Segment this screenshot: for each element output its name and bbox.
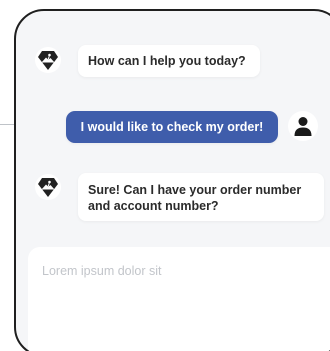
message-input-placeholder: Lorem ipsum dolor sit (42, 264, 162, 278)
phone-frame: How can I help you today? I would like t… (14, 9, 330, 351)
climber-mountain-logo-icon (38, 178, 58, 197)
bot-message-text: How can I help you today? (88, 54, 246, 68)
user-silhouette-icon (294, 117, 312, 136)
bot-avatar (35, 174, 61, 200)
user-avatar (288, 111, 318, 141)
message-input[interactable]: Lorem ipsum dolor sit (28, 247, 330, 351)
user-message-bubble: I would like to check my order! (66, 111, 278, 143)
bot-avatar (35, 47, 61, 73)
bot-message-line: Sure! Can I have your order number (88, 183, 302, 197)
bot-message-bubble: How can I help you today? (78, 45, 260, 77)
bot-message-bubble: Sure! Can I have your order number and a… (78, 173, 324, 221)
chat-illustration: How can I help you today? I would like t… (0, 0, 330, 351)
climber-mountain-logo-icon (38, 51, 58, 70)
user-message-text: I would like to check my order! (80, 120, 264, 134)
bot-message-line: and account number? (88, 199, 219, 213)
